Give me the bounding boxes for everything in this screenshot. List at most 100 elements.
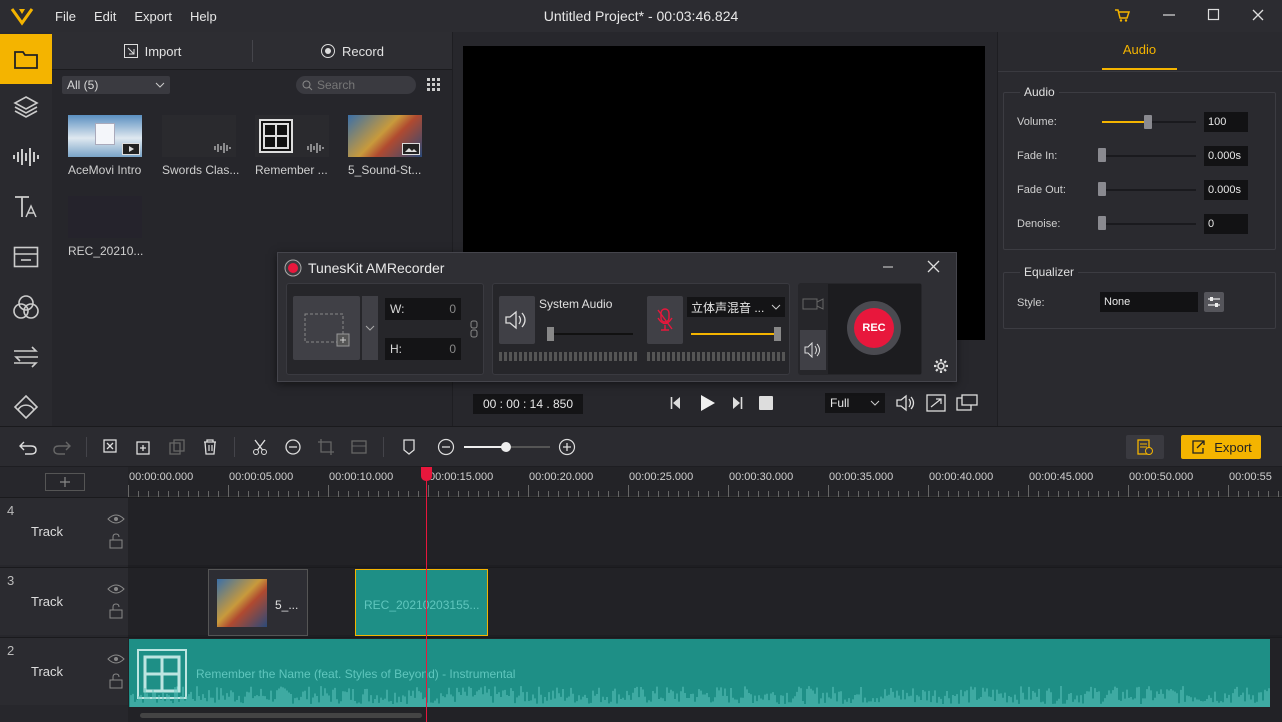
marker-icon[interactable] xyxy=(399,437,419,457)
volume-value[interactable]: 100 xyxy=(1204,112,1248,132)
tab-audio[interactable]: Audio xyxy=(1102,42,1177,70)
denoise-knob[interactable] xyxy=(1098,216,1106,230)
media-filter-dropdown[interactable]: All (5) xyxy=(62,76,170,94)
add-icon[interactable] xyxy=(134,437,154,457)
menu-edit[interactable]: Edit xyxy=(94,9,116,24)
play-icon[interactable] xyxy=(697,393,717,413)
video-clip[interactable]: 5_... xyxy=(208,569,308,636)
media-thumb-remember[interactable] xyxy=(255,115,329,157)
playhead[interactable] xyxy=(426,467,427,722)
pip-icon[interactable] xyxy=(956,394,978,412)
record-button[interactable]: Record xyxy=(252,32,452,70)
microphone-muted-icon[interactable] xyxy=(647,296,683,344)
render-settings-icon[interactable] xyxy=(1126,435,1164,459)
fadein-value[interactable]: 0.000s xyxy=(1204,146,1248,166)
lock-icon[interactable] xyxy=(109,673,123,689)
link-ratio-icon[interactable] xyxy=(470,320,478,338)
zoom-select[interactable]: Full xyxy=(825,393,885,413)
recorder-minimize-icon[interactable] xyxy=(882,261,894,273)
denoise-value[interactable]: 0 xyxy=(1204,214,1248,234)
maximize-icon[interactable] xyxy=(1207,8,1221,22)
fadein-slider[interactable] xyxy=(1102,155,1196,157)
rec-button[interactable]: REC xyxy=(847,301,901,355)
minimize-icon[interactable] xyxy=(1162,8,1176,22)
eq-settings-icon[interactable] xyxy=(1204,292,1224,312)
audio-group-title: Audio xyxy=(1020,85,1059,99)
audio-wave-icon[interactable] xyxy=(0,132,52,182)
track-lane-3[interactable]: 5_... REC_20210203155... xyxy=(128,567,1282,636)
elements-icon[interactable] xyxy=(0,382,52,432)
capture-dropdown[interactable] xyxy=(362,296,378,360)
copy-icon[interactable] xyxy=(167,437,187,457)
layers-icon[interactable] xyxy=(0,82,52,132)
cart-icon[interactable] xyxy=(1114,8,1130,22)
template-icon[interactable] xyxy=(0,232,52,282)
width-field[interactable]: W: 0 xyxy=(385,298,461,320)
system-audio-icon[interactable] xyxy=(499,296,535,344)
eye-icon[interactable] xyxy=(107,653,125,665)
menu-export[interactable]: Export xyxy=(134,9,172,24)
media-thumb-acemovi-intro[interactable] xyxy=(68,115,142,157)
fullscreen-icon[interactable] xyxy=(926,394,946,412)
fadeout-slider[interactable] xyxy=(1102,189,1196,191)
filters-icon[interactable] xyxy=(0,282,52,332)
export-button[interactable]: Export xyxy=(1181,435,1261,459)
zoom-in-icon[interactable] xyxy=(557,437,577,457)
delete-gap-icon[interactable] xyxy=(101,437,121,457)
timeline-zoom-knob[interactable] xyxy=(501,442,511,452)
trash-icon[interactable] xyxy=(200,437,220,457)
media-search-input[interactable]: Search xyxy=(296,76,416,94)
cut-icon[interactable] xyxy=(250,437,270,457)
fadein-knob[interactable] xyxy=(1098,148,1106,162)
volume-knob[interactable] xyxy=(1144,115,1152,129)
grid-view-icon[interactable] xyxy=(426,77,442,93)
menu-help[interactable]: Help xyxy=(190,9,217,24)
next-frame-icon[interactable] xyxy=(730,395,744,411)
menu-file[interactable]: File xyxy=(55,9,76,24)
fadeout-knob[interactable] xyxy=(1098,182,1106,196)
text-icon[interactable] xyxy=(0,182,52,232)
height-field[interactable]: H: 0 xyxy=(385,338,461,360)
playhead-handle[interactable] xyxy=(421,467,432,481)
mic-volume-slider[interactable] xyxy=(691,333,779,335)
stop-icon[interactable] xyxy=(758,395,774,411)
zoom-out-icon[interactable] xyxy=(436,437,456,457)
timeline-scrollbar[interactable] xyxy=(140,713,422,718)
undo-icon[interactable] xyxy=(18,437,38,457)
mic-volume-knob[interactable] xyxy=(774,327,781,341)
media-thumb-sound-stage[interactable] xyxy=(348,115,422,157)
eq-style-select[interactable]: None xyxy=(1100,292,1198,312)
lock-icon[interactable] xyxy=(109,603,123,619)
transitions-icon[interactable] xyxy=(0,332,52,382)
volume-icon[interactable] xyxy=(895,394,917,412)
close-icon[interactable] xyxy=(1251,8,1265,22)
denoise-slider[interactable] xyxy=(1102,223,1196,225)
audio-mode-icon[interactable] xyxy=(800,330,826,370)
music-clip[interactable]: Remember the Name (feat. Styles of Beyon… xyxy=(129,639,1270,707)
import-button[interactable]: Import xyxy=(52,32,252,70)
timeline-ruler[interactable]: 00:00:00.000 00:00:05.000 00:00:10.000 00:0… xyxy=(128,467,1282,497)
camera-icon[interactable] xyxy=(802,297,824,311)
speed-icon[interactable] xyxy=(283,437,303,457)
recorder-settings-icon[interactable] xyxy=(933,358,949,374)
fadeout-value[interactable]: 0.000s xyxy=(1204,180,1248,200)
add-track-button[interactable] xyxy=(45,473,85,491)
media-icon[interactable] xyxy=(0,34,52,84)
recorder-close-icon[interactable] xyxy=(927,260,940,273)
eye-icon[interactable] xyxy=(107,583,125,595)
rec-audio-clip[interactable]: REC_20210203155... xyxy=(355,569,488,636)
capture-region-button[interactable] xyxy=(293,296,360,360)
track-lane-4[interactable] xyxy=(128,497,1282,565)
mic-device-select[interactable]: 立体声混音 ... xyxy=(687,297,785,317)
freeze-icon[interactable] xyxy=(349,437,369,457)
prev-frame-icon[interactable] xyxy=(669,395,683,411)
system-volume-slider[interactable] xyxy=(547,333,633,335)
crop-icon[interactable] xyxy=(316,437,336,457)
eye-icon[interactable] xyxy=(107,513,125,525)
redo-icon[interactable] xyxy=(52,437,72,457)
system-volume-knob[interactable] xyxy=(547,327,554,341)
lock-icon[interactable] xyxy=(109,533,123,549)
media-thumb-rec[interactable] xyxy=(68,196,142,238)
track-lane-2[interactable]: Remember the Name (feat. Styles of Beyon… xyxy=(128,637,1282,722)
media-thumb-swords[interactable] xyxy=(162,115,236,157)
